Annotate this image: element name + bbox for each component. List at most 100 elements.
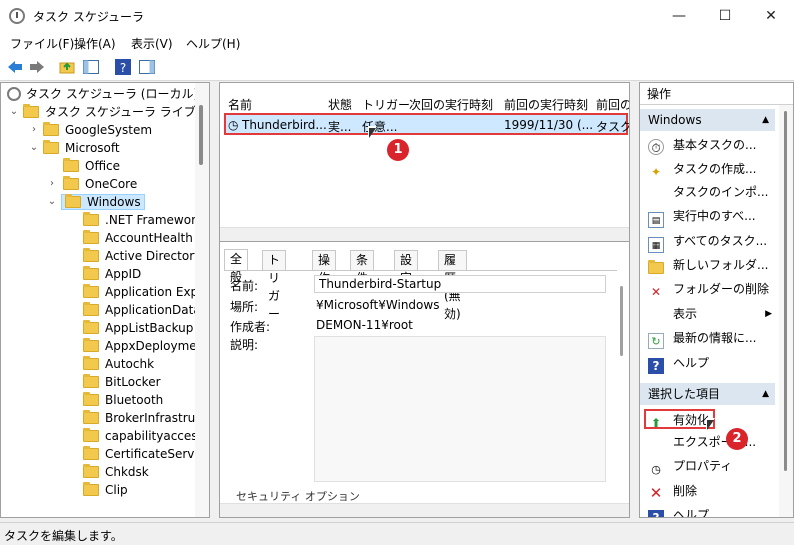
section-windows[interactable]: Windows ▲ bbox=[640, 109, 775, 131]
maximize-button[interactable]: ☐ bbox=[702, 0, 748, 32]
action-enable-history[interactable]: ▦ すべてのタスク... bbox=[648, 232, 767, 253]
tree-scrollbar[interactable] bbox=[195, 83, 209, 517]
action-refresh[interactable]: ↻ 最新の情報に... bbox=[648, 329, 756, 349]
step-badge-1: 1 bbox=[387, 139, 409, 161]
tab-conditions[interactable]: 条件 bbox=[350, 250, 375, 285]
action-import-task[interactable]: タスクのインポ... bbox=[648, 183, 768, 201]
task-name-cell: Thunderbird... bbox=[242, 118, 327, 132]
description-field[interactable] bbox=[314, 336, 606, 482]
tree-item-windows-child[interactable]: Active Directory bbox=[83, 247, 201, 265]
tab-settings[interactable]: 設定 bbox=[394, 250, 419, 285]
name-field[interactable]: Thunderbird-Startup bbox=[314, 275, 606, 293]
clock-icon bbox=[7, 87, 21, 101]
folder-icon bbox=[83, 320, 99, 334]
collapse-triangle-icon[interactable]: ▲ bbox=[762, 109, 769, 131]
tree-item-windows-child[interactable]: Autochk bbox=[83, 355, 154, 373]
action-help-selected[interactable]: ? ヘルプ bbox=[648, 506, 709, 517]
tree-item-windows-child[interactable]: Bluetooth bbox=[83, 391, 163, 409]
chevron-right-icon[interactable]: › bbox=[47, 178, 57, 189]
clock-icon: ◷ bbox=[228, 118, 239, 132]
chevron-down-icon[interactable]: ⌄ bbox=[47, 196, 57, 207]
tree-item-windows-child[interactable]: CertificateService bbox=[83, 445, 209, 463]
folder-icon bbox=[43, 140, 59, 154]
details-horizontal-scrollbar[interactable] bbox=[220, 503, 629, 517]
create-task-icon: ✦ bbox=[650, 165, 662, 179]
tree-item-windows-child[interactable]: AppListBackup bbox=[83, 319, 193, 337]
actions-scrollbar[interactable] bbox=[779, 105, 793, 517]
column-header-next-run[interactable]: 次回の実行時刻 bbox=[409, 96, 493, 113]
chevron-down-icon[interactable]: ⌄ bbox=[9, 106, 19, 117]
action-enable[interactable]: ⬆ 有効化 bbox=[644, 409, 716, 430]
action-create-task[interactable]: ✦ タスクの作成... bbox=[648, 160, 756, 179]
tree-item-onecore[interactable]: OneCore bbox=[63, 175, 137, 193]
action-display-running[interactable]: ▤ 実行中のすべ... bbox=[648, 207, 756, 228]
clock-icon bbox=[9, 8, 25, 24]
tab-actions[interactable]: 操作 bbox=[312, 250, 337, 285]
action-view[interactable]: 表示 ▶ bbox=[648, 305, 772, 323]
location-value: ¥Microsoft¥Windows bbox=[316, 298, 440, 312]
action-properties[interactable]: ◷ プロパティ bbox=[648, 457, 732, 476]
task-history-icon: ▦ bbox=[648, 237, 664, 253]
minimize-button[interactable]: — bbox=[656, 0, 702, 32]
back-arrow-icon[interactable] bbox=[6, 58, 24, 76]
tree-item-windows-child[interactable]: capabilityaccessi bbox=[83, 427, 207, 445]
tree-item-windows-child[interactable]: Chkdsk bbox=[83, 463, 149, 481]
tree-item-windows-child[interactable]: AppxDeploymen bbox=[83, 337, 204, 355]
action-create-basic-task[interactable]: ⏱ 基本タスクの... bbox=[648, 136, 756, 155]
collapse-triangle-icon[interactable]: ▲ bbox=[762, 383, 769, 405]
tree-item-googlesystem[interactable]: GoogleSystem bbox=[43, 121, 152, 139]
new-folder-icon bbox=[648, 260, 664, 276]
tree-item-windows-child[interactable]: Application Expe bbox=[83, 283, 206, 301]
action-delete-folder[interactable]: ✕ フォルダーの削除 bbox=[648, 280, 769, 299]
tree-item-microsoft[interactable]: Microsoft bbox=[43, 139, 120, 157]
tasklist-horizontal-scrollbar[interactable] bbox=[220, 227, 629, 241]
column-header-name[interactable]: 名前 bbox=[228, 96, 252, 113]
tab-history[interactable]: 履歴 (無効) bbox=[438, 250, 467, 321]
status-text: タスクを編集します。 bbox=[4, 529, 123, 543]
tree-item-windows-child[interactable]: AppID bbox=[83, 265, 141, 283]
folder-icon bbox=[83, 266, 99, 280]
menu-file[interactable]: ファイル(F) bbox=[10, 35, 74, 52]
tab-triggers[interactable]: トリガー bbox=[262, 250, 287, 321]
column-header-trigger[interactable]: トリガー bbox=[362, 96, 410, 113]
navigation-tree[interactable]: タスク スケジューラ (ローカル) ⌄ タスク スケジューラ ライブラリ › G… bbox=[0, 82, 210, 518]
tree-item-windows-child[interactable]: ApplicationData bbox=[83, 301, 201, 319]
tree-item-windows-child[interactable]: BitLocker bbox=[83, 373, 161, 391]
tree-item-windows-child[interactable]: Clip bbox=[83, 481, 128, 499]
column-header-last-run[interactable]: 前回の実行時刻 bbox=[504, 96, 588, 113]
folder-icon bbox=[83, 284, 99, 298]
tab-general[interactable]: 全般 bbox=[224, 249, 249, 284]
action-delete[interactable]: ✕ 削除 bbox=[648, 482, 697, 501]
column-header-last-result[interactable]: 前回の bbox=[596, 96, 629, 113]
show-hide-tree-icon[interactable] bbox=[82, 58, 100, 76]
folder-up-icon[interactable] bbox=[58, 58, 76, 76]
menu-help[interactable]: ヘルプ(H) bbox=[186, 35, 240, 52]
show-hide-action-pane-icon[interactable] bbox=[138, 58, 156, 76]
help-icon[interactable]: ? bbox=[114, 58, 132, 76]
section-selected-item[interactable]: 選択した項目 ▲ bbox=[640, 383, 775, 405]
menu-action[interactable]: 操作(A) bbox=[74, 35, 116, 52]
action-new-folder[interactable]: 新しいフォルダ... bbox=[648, 256, 768, 274]
tree-item-windows-child[interactable]: .NET Framework bbox=[83, 211, 203, 229]
tree-item-windows-child[interactable]: AccountHealth bbox=[83, 229, 193, 247]
tree-item-library[interactable]: タスク スケジューラ ライブラリ bbox=[23, 103, 209, 121]
tree-root[interactable]: タスク スケジューラ (ローカル) bbox=[7, 85, 198, 103]
details-scrollbar[interactable] bbox=[615, 282, 629, 502]
description-label: 説明: bbox=[230, 338, 259, 352]
column-header-status[interactable]: 状態 bbox=[328, 96, 352, 113]
chevron-right-icon[interactable]: › bbox=[29, 124, 39, 135]
forward-arrow-icon[interactable] bbox=[28, 58, 46, 76]
chevron-down-icon[interactable]: ⌄ bbox=[29, 142, 39, 153]
close-button[interactable]: ✕ bbox=[748, 0, 794, 32]
tree-item-windows-child[interactable]: BrokerInfrastruct bbox=[83, 409, 207, 427]
action-help[interactable]: ? ヘルプ bbox=[648, 354, 709, 374]
tree-item-windows[interactable]: Windows bbox=[61, 193, 145, 211]
task-list[interactable]: 名前 状態 トリガー 次回の実行時刻 前回の実行時刻 前回の ◷ Thunder… bbox=[219, 82, 630, 242]
tree-item-office[interactable]: Office bbox=[63, 157, 120, 175]
menu-view[interactable]: 表示(V) bbox=[131, 35, 173, 52]
table-row[interactable]: ◷ Thunderbird... 実... 任意... 1999/11/30 (… bbox=[224, 113, 629, 135]
export-icon bbox=[648, 433, 664, 449]
folder-icon bbox=[83, 482, 99, 496]
author-value: DEMON-11¥root bbox=[316, 318, 413, 332]
delete-x-icon: ✕ bbox=[650, 285, 662, 299]
